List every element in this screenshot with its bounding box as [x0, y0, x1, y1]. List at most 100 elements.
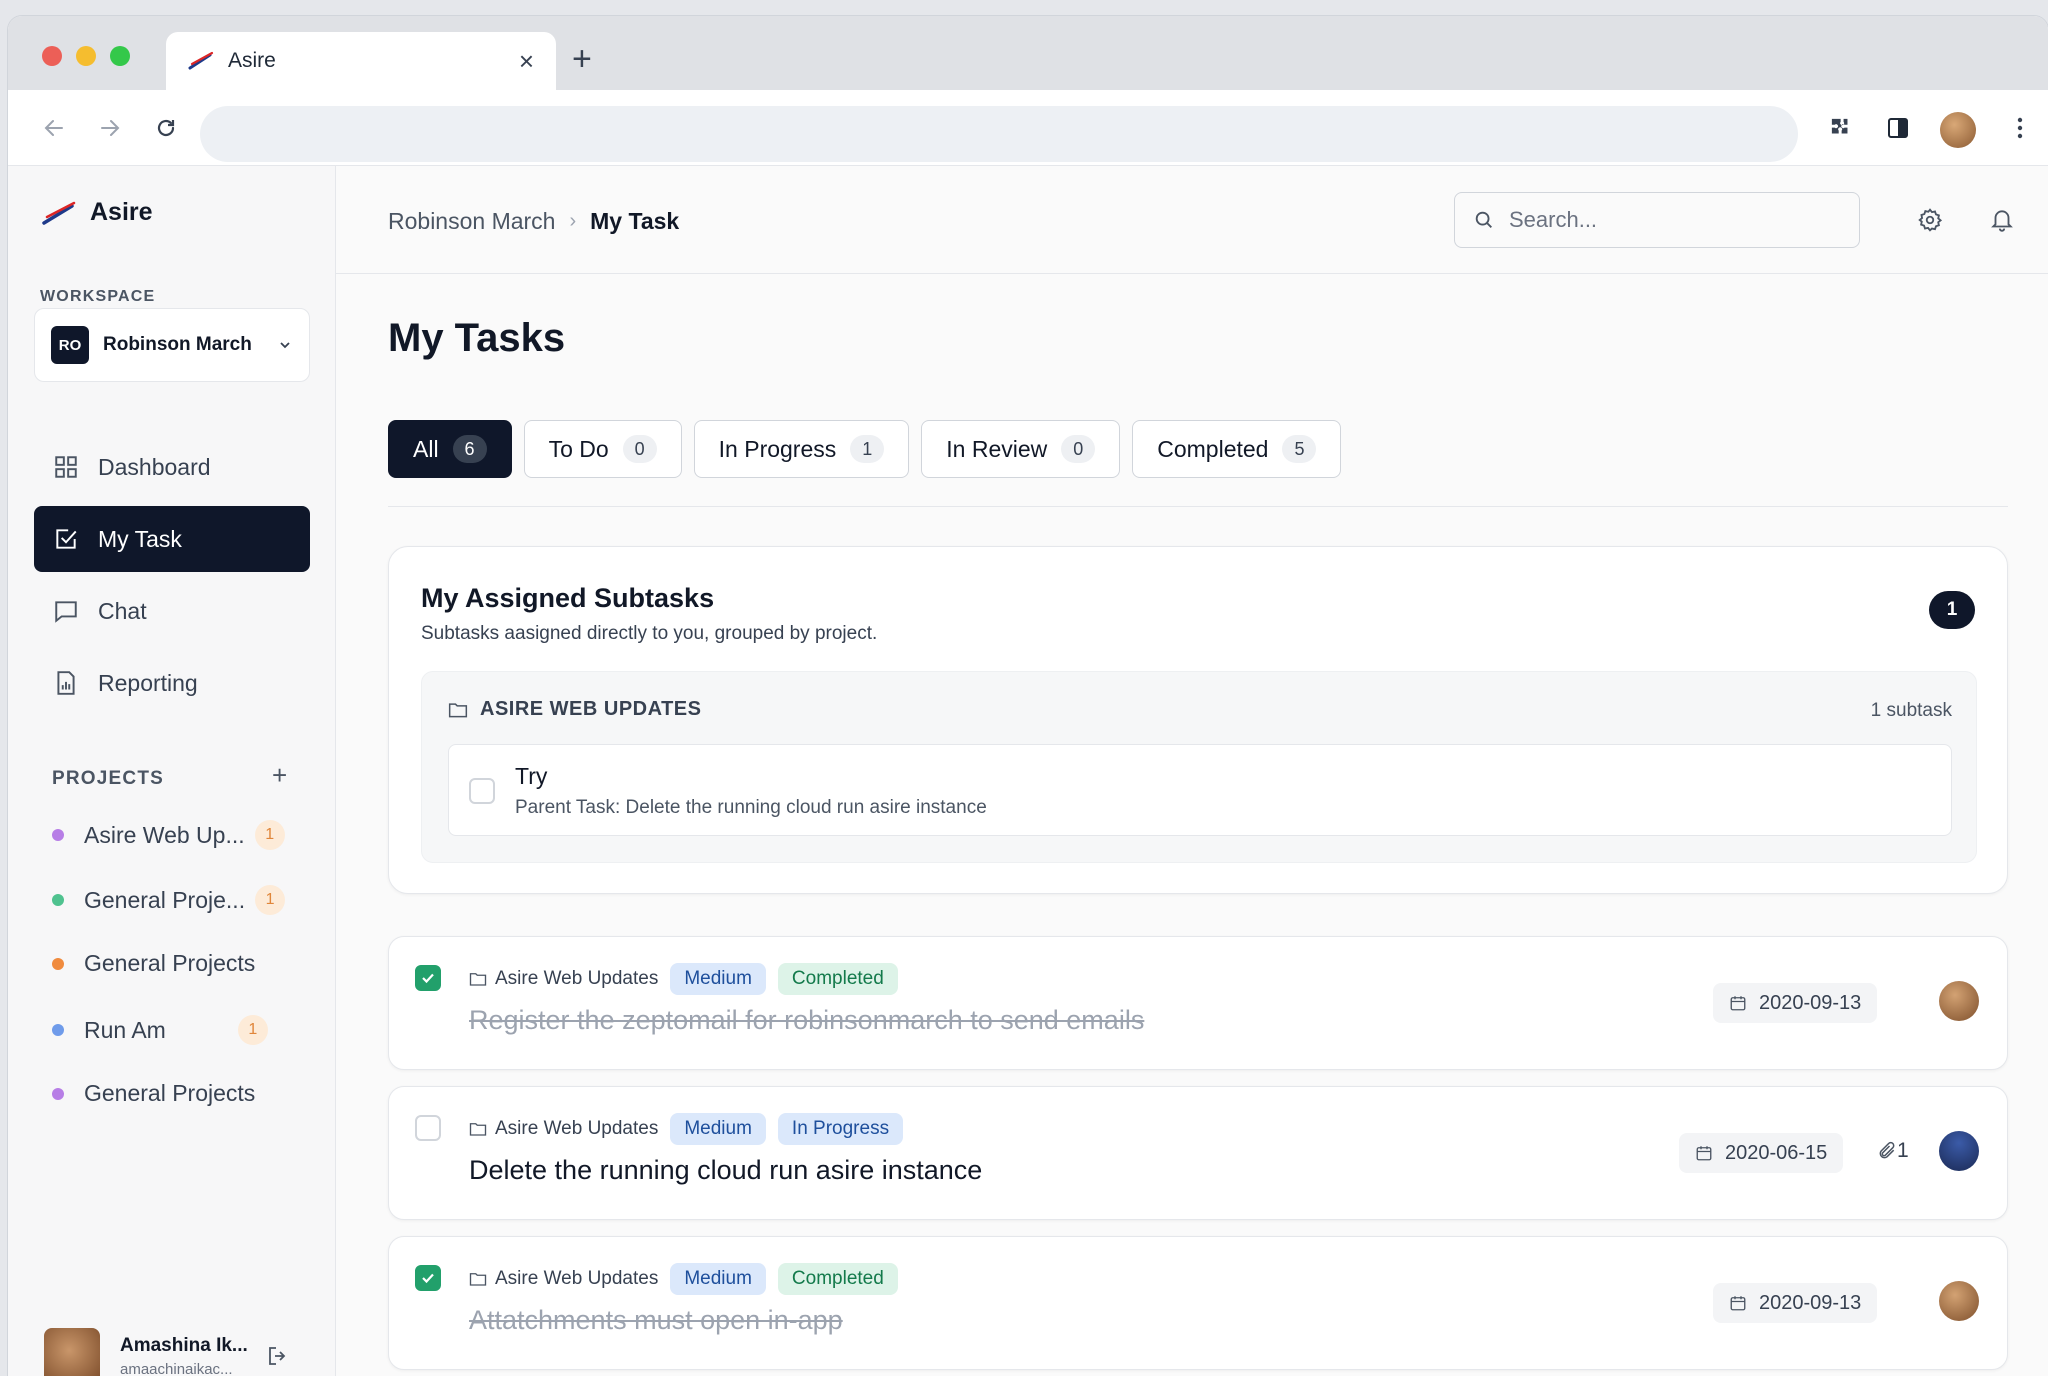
calendar-icon: [1730, 996, 1746, 1011]
chevron-down-icon: [280, 342, 290, 349]
task-checkbox[interactable]: [415, 1265, 441, 1291]
attachment-count-text: 1: [1897, 1139, 1909, 1162]
assignee-avatar: [1939, 1131, 1979, 1171]
due-date-text: 2020-09-13: [1759, 1291, 1862, 1314]
project-name: General Proje...: [84, 886, 246, 913]
tab-title: Asire: [228, 49, 276, 72]
search-input[interactable]: [1509, 207, 1829, 233]
due-date-text: 2020-09-13: [1759, 991, 1862, 1014]
assignee-avatar: [1939, 981, 1979, 1021]
due-date-text: 2020-06-15: [1725, 1141, 1828, 1164]
filter-label: Completed: [1157, 435, 1269, 462]
sidebar-item-label: Reporting: [98, 669, 198, 696]
brand-name: Asire: [90, 198, 153, 226]
brand[interactable]: Asire: [42, 198, 153, 227]
user-profile[interactable]: Amashina Ik... amaachinaikac...: [44, 1328, 290, 1376]
extensions-icon[interactable]: [1822, 110, 1858, 146]
due-date: 2020-09-13: [1713, 1283, 1878, 1323]
project-item[interactable]: General Projects: [52, 1080, 255, 1107]
side-panel-icon[interactable]: [1880, 110, 1916, 146]
gear-icon[interactable]: [1914, 204, 1946, 236]
folder-icon: [469, 973, 487, 986]
close-tab-icon[interactable]: ×: [519, 48, 534, 74]
user-name: Amashina Ik...: [120, 1334, 248, 1356]
breadcrumb-workspace[interactable]: Robinson March: [388, 208, 555, 235]
check-square-icon: [52, 525, 80, 553]
filter-count: 1: [850, 435, 885, 463]
search-box[interactable]: [1454, 192, 1860, 248]
add-project-icon[interactable]: +: [272, 762, 287, 788]
close-window-button[interactable]: [42, 46, 62, 66]
subtask-title: Try: [515, 763, 548, 789]
filter-tab-all[interactable]: All 6: [388, 420, 512, 478]
back-icon[interactable]: [36, 110, 72, 146]
task-project: Asire Web Updates: [495, 1118, 659, 1139]
filter-count: 0: [622, 435, 657, 463]
project-count-badge: 1: [237, 1015, 268, 1045]
new-tab-icon[interactable]: +: [572, 42, 592, 76]
main-content: Robinson March › My Task My Tasks All 6: [336, 166, 2048, 1376]
top-bar: Robinson March › My Task: [336, 166, 2048, 274]
subtask-project-group: ASIRE WEB UPDATES 1 subtask Try Parent T…: [421, 671, 1977, 863]
reload-icon[interactable]: [148, 110, 184, 146]
filter-label: All: [413, 435, 439, 462]
workspace-switcher[interactable]: RO Robinson March: [34, 308, 310, 382]
sidebar-item-dashboard[interactable]: Dashboard: [34, 434, 310, 500]
sidebar-item-my-task[interactable]: My Task: [34, 506, 310, 572]
chevron-right-icon: ›: [569, 210, 577, 232]
address-bar[interactable]: [200, 106, 1798, 162]
maximize-window-button[interactable]: [110, 46, 130, 66]
bell-icon[interactable]: [1986, 204, 2018, 236]
task-checkbox[interactable]: [415, 1115, 441, 1141]
priority-badge: Medium: [670, 1113, 766, 1145]
project-name: Run Am: [84, 1016, 166, 1043]
filter-tab-to-do[interactable]: To Do 0: [523, 420, 682, 478]
minimize-window-button[interactable]: [76, 46, 96, 66]
assigned-subtasks-card: My Assigned Subtasks Subtasks aasigned d…: [388, 546, 2008, 894]
subtask-item[interactable]: Try Parent Task: Delete the running clou…: [448, 744, 1952, 836]
sidebar-item-chat[interactable]: Chat: [34, 578, 310, 644]
sidebar-item-reporting[interactable]: Reporting: [34, 650, 310, 716]
asire-logo-icon: [188, 51, 214, 70]
projects-label: PROJECTS: [52, 768, 165, 789]
project-item[interactable]: General Proje... 1: [52, 885, 286, 915]
breadcrumb: Robinson March › My Task: [388, 208, 679, 235]
browser-menu-icon[interactable]: [2002, 110, 2038, 146]
sidebar-item-label: My Task: [98, 525, 182, 552]
project-color-dot: [52, 894, 64, 906]
workspace-label: WORKSPACE: [40, 288, 156, 305]
project-color-dot: [52, 957, 64, 970]
project-item[interactable]: Run Am 1: [52, 1015, 268, 1045]
check-icon: [422, 1273, 434, 1284]
browser-tab[interactable]: Asire ×: [166, 32, 556, 90]
task-card[interactable]: Asire Web Updates Medium In Progress Del…: [388, 1086, 2008, 1220]
filter-label: In Review: [946, 435, 1048, 462]
grid-icon: [52, 453, 80, 481]
avatar: [44, 1328, 100, 1376]
sidebar-item-label: Dashboard: [98, 453, 211, 480]
task-card[interactable]: Asire Web Updates Medium Completed Regis…: [388, 936, 2008, 1070]
subtask-checkbox[interactable]: [469, 778, 495, 804]
folder-icon: [448, 702, 468, 717]
priority-badge: Medium: [670, 963, 766, 995]
browser-profile-avatar[interactable]: [1940, 112, 1976, 148]
task-card[interactable]: Asire Web Updates Medium Completed Attat…: [388, 1236, 2008, 1370]
filter-tab-completed[interactable]: Completed 5: [1132, 420, 1342, 478]
paperclip-icon: [1879, 1141, 1895, 1159]
logout-icon[interactable]: [266, 1344, 290, 1368]
filter-count: 6: [452, 435, 487, 463]
calendar-icon: [1696, 1146, 1712, 1161]
filter-tab-in-progress[interactable]: In Progress 1: [693, 420, 910, 478]
group-subtask-count: 1 subtask: [1870, 700, 1952, 721]
priority-badge: Medium: [670, 1263, 766, 1295]
subtasks-count-badge: 1: [1929, 591, 1975, 629]
task-title: Delete the running cloud run asire insta…: [469, 1155, 983, 1185]
attachment-count[interactable]: 1: [1877, 1139, 1909, 1163]
forward-icon[interactable]: [92, 110, 128, 146]
project-item[interactable]: General Projects: [52, 950, 255, 977]
project-item[interactable]: Asire Web Up... 1: [52, 820, 285, 850]
filter-tab-in-review[interactable]: In Review 0: [921, 420, 1121, 478]
task-title: Attatchments must open in-app: [469, 1305, 843, 1335]
folder-icon: [469, 1273, 487, 1286]
task-checkbox[interactable]: [415, 965, 441, 991]
